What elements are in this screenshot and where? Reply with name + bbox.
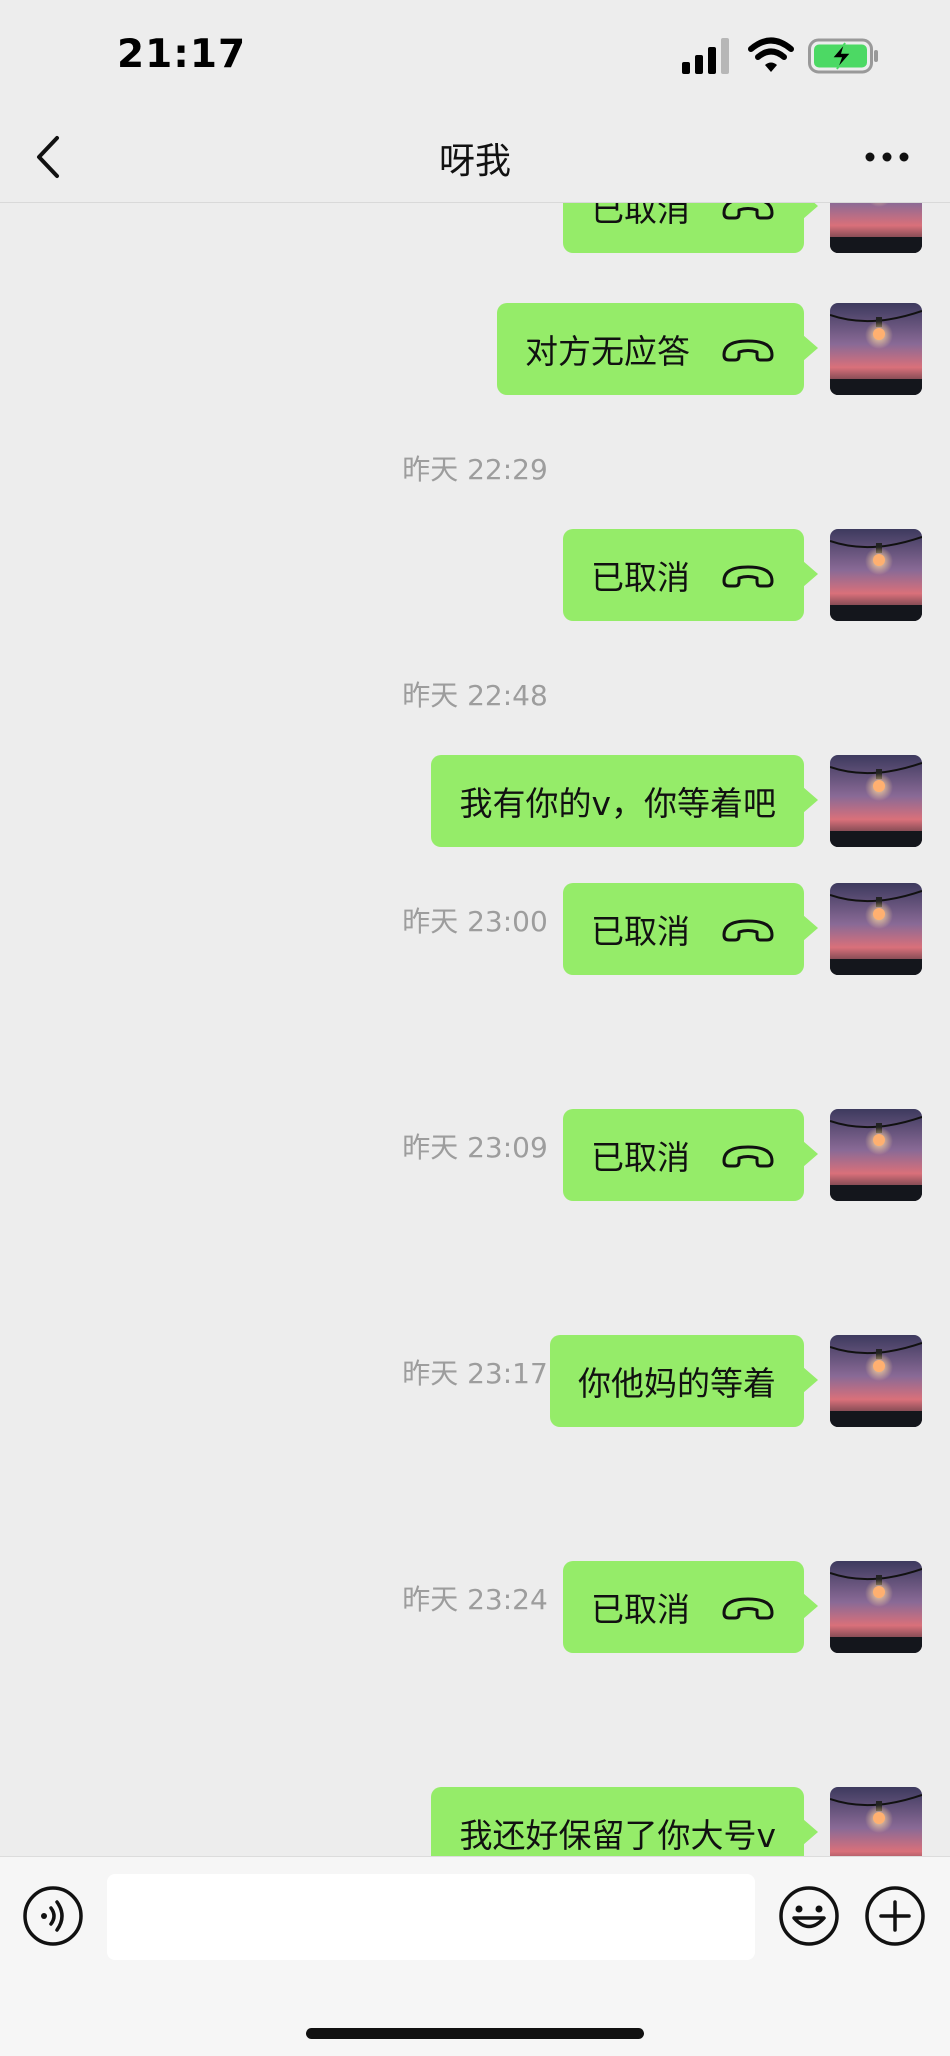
voice-call-icon (720, 203, 776, 222)
message-timestamp: 昨天 22:29 (402, 453, 548, 486)
home-indicator (306, 2028, 644, 2039)
message-list[interactable]: 已取消 对方无应答 昨天 22:29 已取消 昨天 22:48 我有你的v，你等着吧 已取消… (0, 203, 950, 1856)
message-bubble[interactable]: 已取消 (563, 203, 818, 253)
message-bubble[interactable]: 已取消 (563, 529, 818, 621)
avatar[interactable] (830, 755, 922, 847)
voice-call-icon (720, 334, 776, 364)
call-record-message: 对方无应答 (22, 303, 922, 395)
battery-charging-icon (808, 38, 878, 74)
more-dots-icon[interactable] (862, 142, 912, 172)
cellular-signal-icon (682, 38, 729, 74)
message-bubble[interactable]: 我有你的v，你等着吧 (431, 755, 818, 847)
message-timestamp: 昨天 23:24 (402, 1583, 548, 1616)
message-timestamp: 昨天 22:48 (402, 679, 548, 712)
text-message: 我还好保留了你大号v (22, 1787, 922, 1856)
wifi-icon (748, 37, 794, 72)
message-timestamp: 昨天 23:00 (402, 905, 548, 938)
avatar[interactable] (830, 1787, 922, 1856)
avatar[interactable] (830, 529, 922, 621)
chat-header: 呀我 (0, 112, 950, 203)
chat-title: 呀我 (438, 141, 511, 182)
avatar[interactable] (830, 303, 922, 395)
voice-call-icon (720, 560, 776, 590)
message-timestamp: 昨天 23:17 (402, 1357, 548, 1390)
message-text: 我有你的v，你等着吧 (459, 784, 776, 823)
message-text: 已取消 (591, 203, 690, 229)
status-bar: 21:17 (0, 0, 950, 112)
avatar[interactable] (830, 203, 922, 253)
emoji-icon[interactable] (778, 1885, 840, 1947)
text-message: 我有你的v，你等着吧 (22, 755, 922, 847)
voice-input-icon[interactable] (22, 1885, 84, 1947)
message-input[interactable] (107, 1874, 755, 1960)
call-record-message: 已取消 (22, 203, 922, 253)
input-bar (0, 1856, 950, 2056)
message-bubble[interactable]: 我还好保留了你大号v (431, 1787, 818, 1856)
status-time: 21:17 (117, 32, 247, 77)
message-text: 已取消 (591, 558, 690, 597)
message-text: 对方无应答 (525, 332, 690, 371)
message-text: 我还好保留了你大号v (459, 1816, 776, 1855)
message-bubble[interactable]: 对方无应答 (497, 303, 818, 395)
plus-icon[interactable] (864, 1885, 926, 1947)
message-timestamp: 昨天 23:09 (402, 1131, 548, 1164)
call-record-message: 已取消 (22, 529, 922, 621)
